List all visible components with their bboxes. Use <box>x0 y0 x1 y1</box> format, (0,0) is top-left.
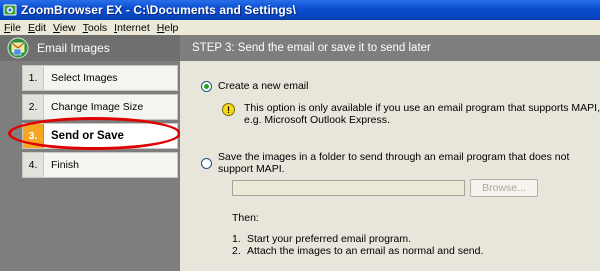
step-number: 4. <box>23 153 44 177</box>
steps-list: 1. Select Images 2. Change Image Size 3.… <box>22 65 178 181</box>
create-email-radio[interactable] <box>201 80 212 92</box>
step-number: 3. <box>23 124 44 148</box>
email-images-icon <box>7 37 29 59</box>
step-label: Finish <box>51 159 80 171</box>
instructions-list: 1. Start your preferred email program. 2… <box>232 233 483 257</box>
save-folder-radio[interactable] <box>201 157 212 169</box>
browse-button[interactable]: Browse... <box>470 179 538 197</box>
steps-header: Email Images <box>0 35 180 61</box>
step-label: Change Image Size <box>51 101 144 113</box>
info-line-2: e.g. Microsoft Outlook Express. <box>244 114 390 126</box>
then-label: Then: <box>232 212 259 224</box>
info-line-1: This option is only available if you use… <box>244 102 600 114</box>
list-item: 2. Attach the images to an email as norm… <box>232 245 484 257</box>
step-number: 2. <box>23 95 44 119</box>
menu-edit[interactable]: Edit <box>25 22 49 34</box>
title-bar[interactable]: ZoomBrowser EX - C:\Documents and Settin… <box>0 0 600 20</box>
steps-header-label: Email Images <box>37 41 110 55</box>
menu-file[interactable]: File <box>1 22 24 34</box>
save-folder-label: Save the images in a folder to send thro… <box>218 151 570 175</box>
mapi-info: ! This option is only available if you u… <box>222 102 600 126</box>
step-label: Select Images <box>51 72 118 84</box>
window-title: ZoomBrowser EX - C:\Documents and Settin… <box>21 3 296 17</box>
step-number: 1. <box>23 66 44 90</box>
step-change-image-size[interactable]: 2. Change Image Size <box>22 94 178 120</box>
menu-help[interactable]: Help <box>154 22 182 34</box>
step-label: Send or Save <box>51 130 124 142</box>
list-item: 1. Start your preferred email program. <box>232 233 411 245</box>
menu-view[interactable]: View <box>50 22 79 34</box>
create-email-label: Create a new email <box>218 80 309 92</box>
menu-tools[interactable]: Tools <box>80 22 111 34</box>
step-send-or-save[interactable]: 3. Send or Save <box>22 123 178 149</box>
option-save-folder[interactable]: Save the images in a folder to send thro… <box>201 151 600 175</box>
step-header: STEP 3: Send the email or save it to sen… <box>180 35 600 61</box>
menu-bar: File Edit View Tools Internet Help <box>0 20 600 35</box>
zoombrowser-icon <box>3 3 17 17</box>
folder-path-input[interactable] <box>232 180 465 196</box>
option-create-email[interactable]: Create a new email <box>201 80 308 92</box>
step-finish[interactable]: 4. Finish <box>22 152 178 178</box>
content-panel: STEP 3: Send the email or save it to sen… <box>180 35 600 271</box>
step-select-images[interactable]: 1. Select Images <box>22 65 178 91</box>
steps-panel: Email Images 1. Select Images 2. Change … <box>0 35 180 271</box>
menu-internet[interactable]: Internet <box>111 22 153 34</box>
warning-icon: ! <box>222 103 235 116</box>
